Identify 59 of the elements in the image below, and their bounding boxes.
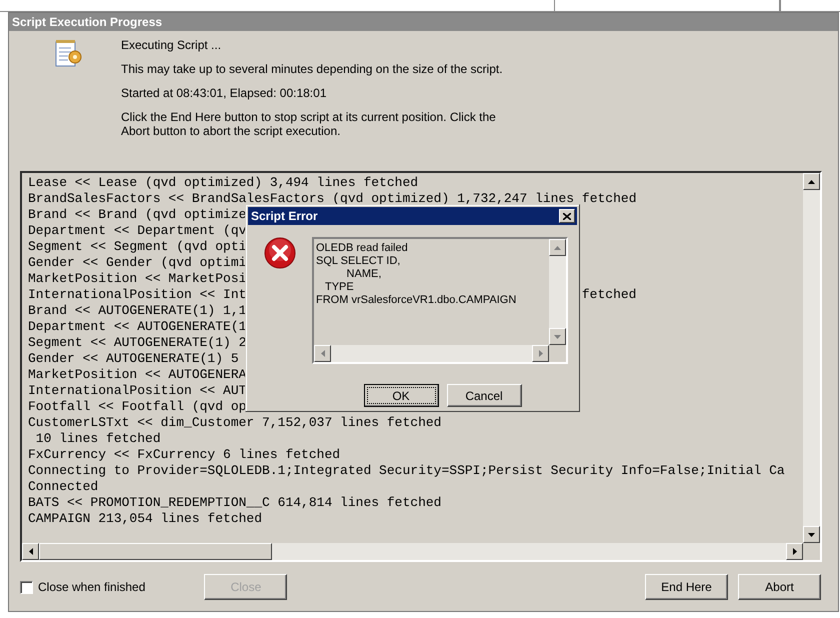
scroll-up-button[interactable] — [549, 239, 566, 256]
dialog-title: Script Error — [251, 208, 318, 225]
log-line: InternationalPosition << Int — [28, 287, 246, 302]
checkbox[interactable] — [20, 580, 33, 594]
log-line: MarketPosition << MarketPosi — [28, 271, 246, 286]
info-text: Started at 08:43:01, Elapsed: 00:18:01 — [121, 86, 328, 100]
right-arrow-icon — [792, 548, 796, 555]
end-here-button[interactable]: End Here — [645, 574, 728, 600]
log-line: Segment << Segment (qvd opti — [28, 239, 246, 254]
log-line: Brand << Brand (qvd optimize — [28, 207, 246, 222]
scroll-down-button[interactable] — [803, 526, 820, 543]
status-text: Executing Script ... — [121, 38, 222, 52]
scroll-up-button[interactable] — [803, 173, 820, 190]
log-line: Brand << AUTOGENERATE(1) 1,1 — [28, 303, 246, 318]
left-arrow-icon — [320, 350, 324, 357]
error-message: OLEDB read failed SQL SELECT ID, NAME, TYPE FROM vrSalesforceVR1.dbo.CAMPAIGN — [315, 241, 518, 308]
up-arrow-icon — [554, 246, 561, 250]
scroll-left-button[interactable] — [22, 543, 39, 560]
log-line: BrandSalesFactors << BrandSalesFactors (qvd optimized) 1,732,247 lines fetched — [28, 191, 636, 206]
scroll-right-button[interactable] — [532, 345, 549, 362]
window-title: Script Execution Progress — [9, 13, 838, 31]
down-arrow-icon — [554, 334, 561, 338]
scroll-right-button[interactable] — [786, 543, 803, 560]
log-line: BATS << PROMOTION_REDEMPTION__C 614,814 lines fetched — [28, 495, 442, 510]
ok-button[interactable]: OK — [364, 384, 438, 407]
vertical-scrollbar[interactable] — [549, 239, 566, 345]
cancel-button[interactable]: Cancel — [446, 384, 522, 407]
log-line: Department << Department (qv — [28, 223, 246, 238]
close-icon[interactable] — [559, 209, 575, 223]
log-line: Department << AUTOGENERATE(1 — [28, 319, 246, 334]
log-line: Connected — [28, 479, 98, 494]
info-text: Click the End Here button to stop script at its current position. Click the Abort button to abort the script execution. — [121, 110, 497, 138]
log-line: Gender << Gender (qvd optimi — [28, 255, 246, 270]
script-notepad-icon — [53, 39, 83, 69]
log-line: FxCurrency << FxCurrency 6 lines fetched — [28, 447, 340, 462]
vertical-scrollbar[interactable] — [803, 173, 820, 543]
scroll-down-button[interactable] — [549, 328, 566, 345]
log-line: fetched — [582, 287, 636, 303]
checkbox-label: Close when finished — [38, 579, 146, 596]
abort-button[interactable]: Abort — [738, 574, 821, 600]
log-line: Footfall << Footfall (qvd op — [28, 399, 246, 414]
log-line: MarketPosition << AUTOGENERA — [28, 367, 246, 382]
info-text: This may take up to several minutes depending on the size of the script. — [121, 62, 504, 76]
log-line: Connecting to Provider=SQLOLEDB.1;Integrated Security=SSPI;Persist Security Info=False;Initial Ca — [28, 463, 785, 478]
up-arrow-icon — [808, 180, 815, 184]
scrollbar-thumb[interactable] — [39, 543, 272, 560]
horizontal-scrollbar[interactable] — [22, 543, 803, 560]
left-arrow-icon — [28, 548, 32, 555]
right-arrow-icon — [538, 350, 542, 357]
error-icon — [264, 237, 296, 269]
log-line: CustomerLSTxt << dim_Customer 7,152,037 lines fetched — [28, 415, 442, 430]
log-line: CAMPAIGN 213,054 lines fetched — [28, 511, 262, 526]
log-line: Gender << AUTOGENERATE(1) 5 — [28, 351, 239, 366]
horizontal-scrollbar[interactable] — [314, 345, 549, 362]
log-line: 10 lines fetched — [34, 431, 161, 446]
down-arrow-icon — [808, 532, 815, 536]
scroll-left-button[interactable] — [314, 345, 331, 362]
log-line: Lease << Lease (qvd optimized) 3,494 lines fetched — [28, 175, 418, 190]
log-line: InternationalPosition << AUT — [28, 383, 246, 398]
